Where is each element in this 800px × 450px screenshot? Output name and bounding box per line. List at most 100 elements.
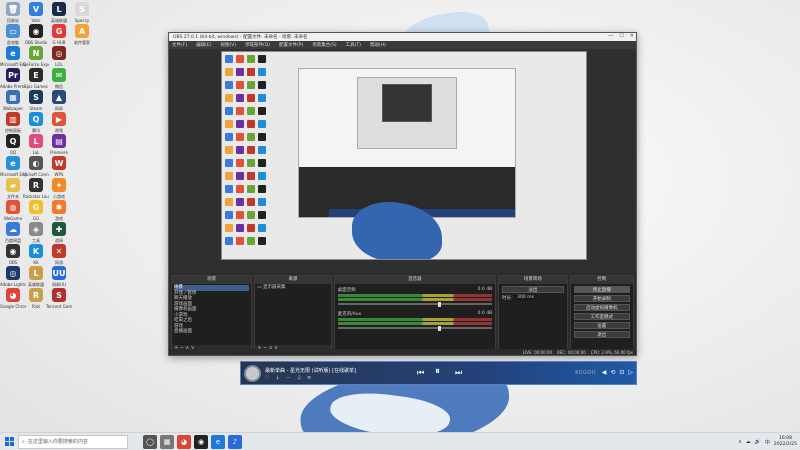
app-icon: W [52,156,66,170]
captured-desktop-icon [225,107,233,115]
captured-desktop-icon [247,146,255,154]
taskbar-app-icon[interactable]: ♪ [228,434,242,449]
start-button[interactable] [0,433,18,450]
captured-desktop-icon [236,185,244,193]
prev-button[interactable]: ⏮ [417,368,424,378]
minimize-button[interactable]: — [608,33,613,39]
slider-handle[interactable] [438,301,442,307]
scene-item[interactable]: 直播画面 [174,329,249,335]
app-icon: L [52,2,66,16]
window-controls: — ☐ ✕ [608,33,634,39]
playlist-icon[interactable]: ≡ [307,375,311,381]
menu-profile[interactable]: 配置文件(P) [279,42,303,48]
volume-icon[interactable]: ◀ [602,369,607,376]
captured-desktop-icon [247,159,255,167]
obs-titlebar[interactable]: OBS 27.0.1 (64-bit, windows) - 配置文件: 未命名… [169,33,636,41]
menu-view[interactable]: 视图(V) [220,42,236,48]
album-art[interactable] [244,365,261,382]
next-button[interactable]: ⏭ [455,368,462,378]
obs-window[interactable]: OBS 27.0.1 (64-bit, windows) - 配置文件: 未命名… [168,32,637,356]
virtual-camera-button[interactable]: 启动虚拟摄像机 [573,304,630,311]
menu-file[interactable]: 文件(F) [172,42,187,48]
app-icon: ◉ [29,24,43,38]
captured-desktop-icon [225,120,233,128]
taskbar-app-icon[interactable]: ◯ [143,434,157,449]
scenes-list: 场景 开场 / 暂停 聊天播放 游戏画面 摄像机画面 小游戏 结束之后 游戏 直播画面 [172,284,251,336]
stop-streaming-button[interactable]: 停止直播 [573,286,630,293]
slider-handle[interactable] [438,325,442,331]
menu-tools[interactable]: 工具(T) [346,42,361,48]
app-icon: ▲ [52,90,66,104]
scenes-header: 场景 [172,276,252,284]
app-icon: S [75,2,89,16]
duration-row: 时长 300 ms [502,295,563,301]
tray-overflow-icon[interactable]: ∧ [738,439,742,445]
obs-preview[interactable]: 来源属性 滤镜 [169,49,636,295]
taskbar-search[interactable]: ⌕ 在这里输入你要搜索的内容 [18,434,128,449]
clock[interactable]: 16:08 2022/2/25 [774,436,797,448]
menu-docks[interactable]: 停靠部件(D) [245,42,270,48]
preview-canvas[interactable] [221,51,587,260]
app-icon: e [6,156,20,170]
taskbar: ⌕ 在这里输入你要搜索的内容 ◯ ▦ ◕ ◉ e ♪ ∧ ☁ 🔊 中 16:08 2022… [0,432,800,450]
captured-desktop-icon [236,94,244,102]
captured-desktop-icon [236,159,244,167]
menu-scene-collection[interactable]: 场景集合(S) [312,42,336,48]
taskbar-app-icon[interactable]: e [211,434,225,449]
menu-edit[interactable]: 编辑(E) [196,42,211,48]
app-icon: ◎ [52,46,66,60]
player-brand: KUGOU [575,370,596,376]
like-icon[interactable]: ♡ [265,375,269,381]
desktop-icon[interactable]: S Tencent Games [46,288,72,318]
tray-volume-icon[interactable]: 🔊 [755,439,761,445]
expand-icon[interactable]: ▷ [628,369,633,376]
app-icon: L [29,134,43,148]
pause-button[interactable]: ⏸ [435,366,440,377]
desktop-icon[interactable]: ◕Google Chrome [0,288,26,318]
desktop-icon-label: Premiere [50,150,68,155]
mixer-db: 0.0 dB [477,311,493,316]
app-icon [75,200,89,214]
tray-ime-icon[interactable]: 中 [765,439,770,446]
mixer-channel-mic: 麦克风/Aux 0.0 dB [337,311,493,331]
download-icon[interactable]: ↓ [275,375,279,381]
captured-desktop-icon [258,94,266,102]
lyrics-icon[interactable]: ♫ [297,375,301,381]
app-icon: L [29,266,43,280]
volume-slider[interactable] [337,325,493,331]
captured-desktop-icon [225,159,233,167]
tray-cloud-icon[interactable]: ☁ [746,439,751,445]
desktop-icon-label: WPS [54,172,64,177]
mini-mode-icon[interactable]: ⊡ [619,369,624,376]
close-button[interactable]: ✕ [630,33,634,39]
source-item[interactable]: ▭ 显示器采集 [257,285,328,291]
captured-desktop-icon [225,198,233,206]
loop-icon[interactable]: ⟲ [610,369,615,376]
menu-help[interactable]: 帮助(H) [370,42,386,48]
studio-mode-button[interactable]: 工作室模式 [573,313,630,320]
more-icon[interactable]: ⋯ [286,375,291,381]
desktop-icon[interactable]: R Riot [25,288,47,318]
settings-button[interactable]: 设置 [573,322,630,329]
volume-slider[interactable] [337,301,493,307]
maximize-button[interactable]: ☐ [619,33,623,39]
transition-select[interactable]: 淡出 [502,286,564,293]
captured-desktop-icon [258,133,266,141]
app-icon: E [29,68,43,82]
desktop-icon-label: Tencent Games [46,304,72,309]
duration-label: 时长 [502,296,512,301]
exit-button[interactable]: 退出 [573,331,630,338]
controls-dock: 控制 停止直播 开始录制 启动虚拟摄像机 工作室模式 设置 退出 [569,275,634,353]
duration-input[interactable]: 300 ms [514,295,537,301]
start-recording-button[interactable]: 开始录制 [573,295,630,302]
app-icon [75,222,89,236]
taskbar-app-icon[interactable]: ▦ [160,434,174,449]
taskbar-app-icon[interactable]: ◕ [177,434,191,449]
app-icon: ◈ [29,222,43,236]
music-player[interactable]: 最新单曲 - 星光无限 (试听版) [在线歌单] ♡ ↓ ⋯ ♫ ≡ ⏮ ⏸ ⏭… [240,361,637,385]
mixer-channel-desktop: 桌面音频 0.0 dB [337,287,493,307]
taskbar-app-icon[interactable]: ◉ [194,434,208,449]
obs-menubar: 文件(F) 编辑(E) 视图(V) 停靠部件(D) 配置文件(P) 场景集合(S… [169,41,636,49]
cpu-fps: CPU: 2.9%, 60.00 fps [590,349,633,355]
captured-desktop-icon [236,146,244,154]
